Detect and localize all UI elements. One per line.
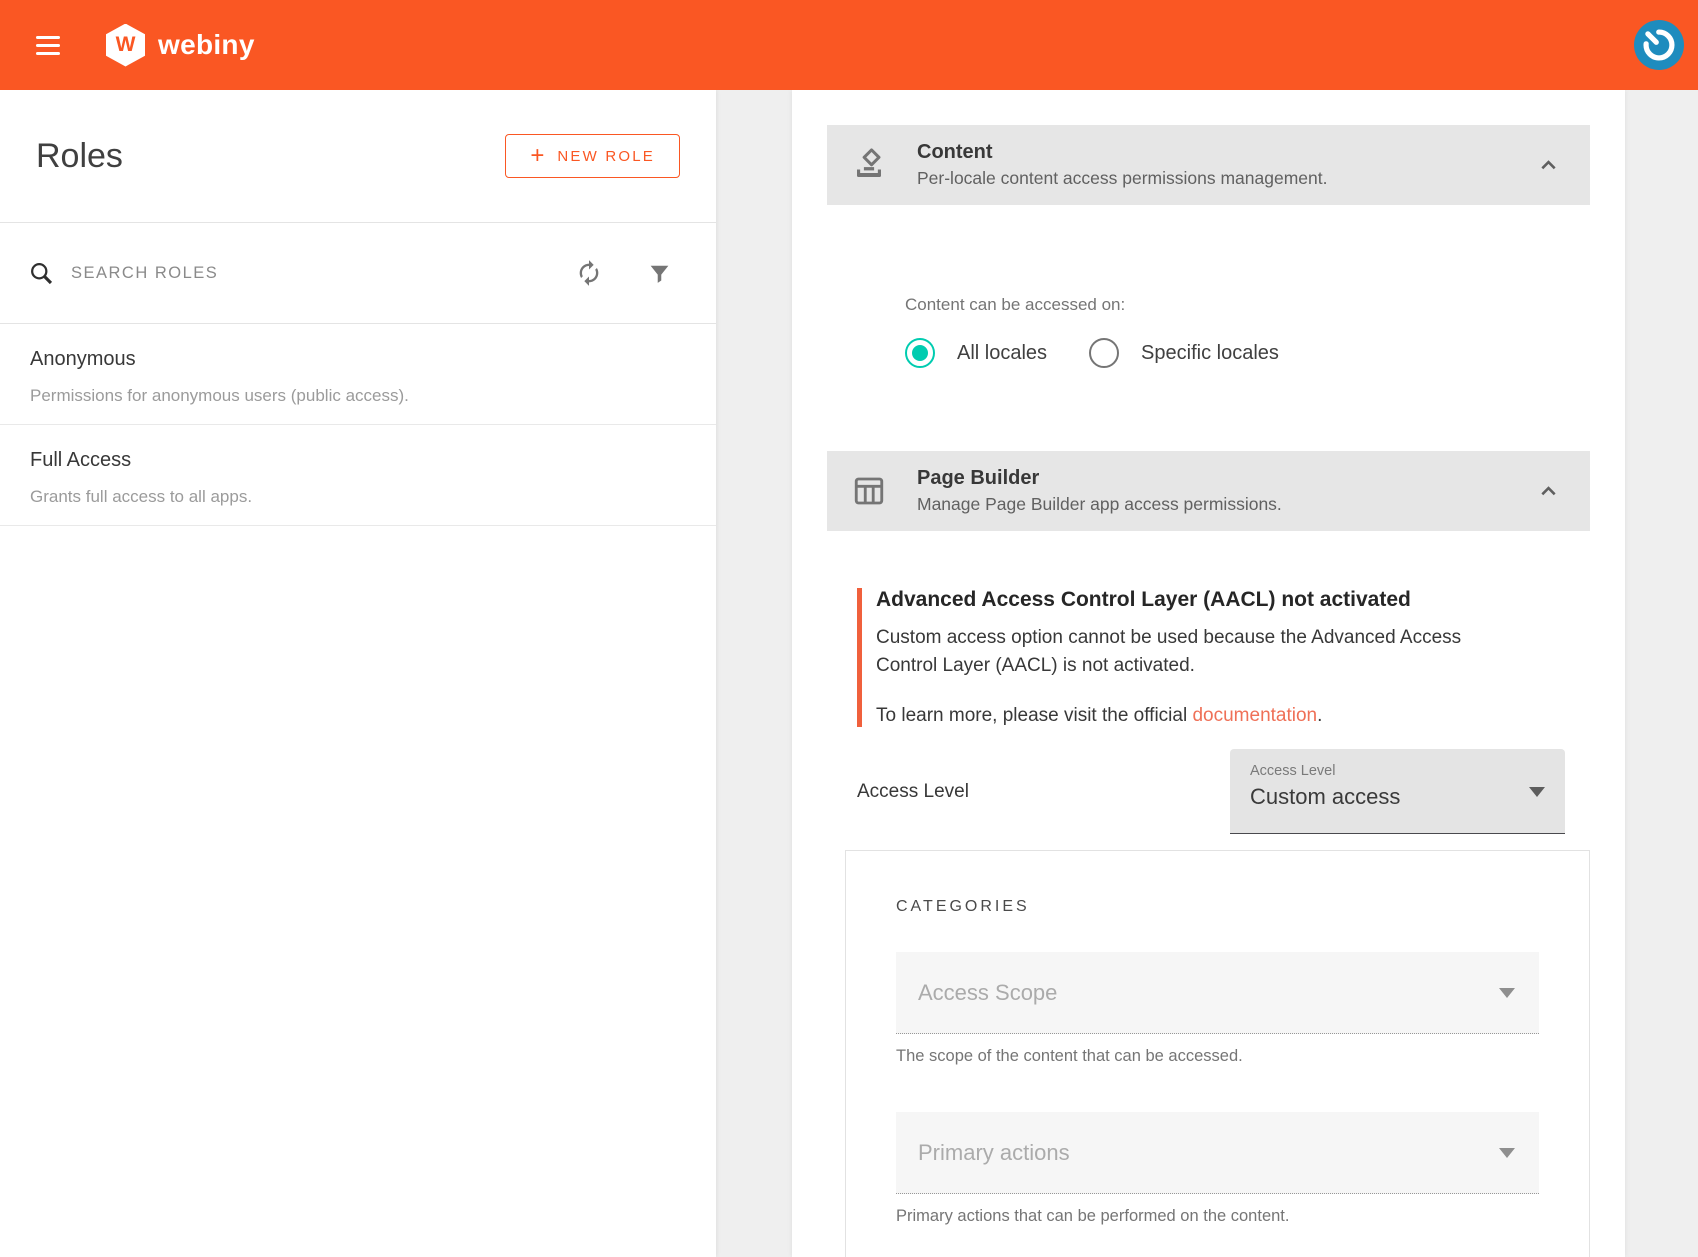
access-level-select[interactable]: Access Level Custom access <box>1230 749 1565 834</box>
page-builder-section-header[interactable]: Page Builder Manage Page Builder app acc… <box>827 451 1590 531</box>
radio-specific-locales[interactable] <box>1089 338 1119 368</box>
access-level-value: Custom access <box>1250 784 1545 810</box>
search-bar <box>0 223 716 324</box>
content-section-header[interactable]: Content Per-locale content access permis… <box>827 125 1590 205</box>
page-title: Roles <box>36 137 123 176</box>
user-avatar[interactable] <box>1634 20 1684 70</box>
permissions-form: Content Per-locale content access permis… <box>792 90 1625 1257</box>
role-row-anonymous[interactable]: Anonymous Permissions for anonymous user… <box>0 324 716 425</box>
ballot-box-icon <box>851 147 887 183</box>
page-builder-section: Page Builder Manage Page Builder app acc… <box>827 451 1590 1257</box>
permissions-area: Content Per-locale content access permis… <box>716 90 1698 1257</box>
radio-all-locales[interactable] <box>905 338 935 368</box>
categories-card: CATEGORIES Access Scope The scope of the… <box>845 850 1590 1257</box>
radio-specific-locales-label[interactable]: Specific locales <box>1141 342 1279 365</box>
warning-body: Custom access option cannot be used beca… <box>876 624 1521 679</box>
layout-grid-icon <box>851 473 887 509</box>
access-scope-select[interactable]: Access Scope <box>896 952 1539 1034</box>
page-builder-section-body: Advanced Access Control Layer (AACL) not… <box>827 531 1590 1257</box>
access-scope-placeholder: Access Scope <box>918 980 1057 1006</box>
new-role-button[interactable]: + NEW ROLE <box>505 134 680 178</box>
chevron-up-icon[interactable] <box>1535 478 1562 505</box>
role-name: Anonymous <box>30 348 686 371</box>
warning-link-prefix: To learn more, please visit the official <box>876 705 1192 726</box>
refresh-icon[interactable] <box>575 259 603 287</box>
caret-down-icon <box>1499 1148 1515 1158</box>
menu-icon[interactable] <box>36 36 60 55</box>
access-level-row: Access Level Access Level Custom access <box>827 749 1590 834</box>
warning-title: Advanced Access Control Layer (AACL) not… <box>876 588 1590 612</box>
role-description: Permissions for anonymous users (public … <box>30 386 686 406</box>
categories-title: CATEGORIES <box>896 898 1539 916</box>
roles-header: Roles + NEW ROLE <box>0 90 716 223</box>
new-role-label: NEW ROLE <box>557 148 655 165</box>
warning-link-suffix: . <box>1317 705 1322 726</box>
caret-down-icon <box>1529 787 1545 797</box>
aacl-warning: Advanced Access Control Layer (AACL) not… <box>857 588 1590 727</box>
content-subtitle: Per-locale content access permissions ma… <box>917 168 1535 189</box>
search-input[interactable] <box>71 264 575 283</box>
access-scope-helper: The scope of the content that can be acc… <box>896 1047 1539 1066</box>
documentation-link[interactable]: documentation <box>1192 705 1317 726</box>
role-description: Grants full access to all apps. <box>30 487 686 507</box>
roles-list-panel: Roles + NEW ROLE <box>0 90 716 1257</box>
locales-radio-group: All locales Specific locales <box>905 338 1590 368</box>
logo-letter: W <box>116 33 136 57</box>
caret-down-icon <box>1499 988 1515 998</box>
search-icon <box>28 260 55 287</box>
gravatar-power-icon <box>1634 20 1684 70</box>
warning-link-line: To learn more, please visit the official… <box>876 705 1590 727</box>
app-root: W webiny Roles + NEW ROLE <box>0 0 1698 1257</box>
role-row-full-access[interactable]: Full Access Grants full access to all ap… <box>0 425 716 526</box>
webiny-hexagon-icon: W <box>106 24 145 67</box>
page-builder-subtitle: Manage Page Builder app access permissio… <box>917 494 1535 515</box>
content-title: Content <box>917 141 1535 164</box>
locales-group-label: Content can be accessed on: <box>905 295 1590 315</box>
radio-all-locales-label[interactable]: All locales <box>957 342 1047 365</box>
brand-wordmark: webiny <box>158 29 255 61</box>
primary-actions-helper: Primary actions that can be performed on… <box>896 1207 1539 1226</box>
primary-actions-select[interactable]: Primary actions <box>896 1112 1539 1194</box>
webiny-logo[interactable]: W webiny <box>106 24 255 67</box>
access-level-row-label: Access Level <box>857 781 969 803</box>
chevron-up-icon[interactable] <box>1535 152 1562 179</box>
page-builder-title: Page Builder <box>917 467 1535 490</box>
primary-actions-placeholder: Primary actions <box>918 1140 1070 1166</box>
access-level-field-label: Access Level <box>1250 763 1545 779</box>
content-section: Content Per-locale content access permis… <box>827 125 1590 451</box>
content-section-body: Content can be accessed on: All locales … <box>827 205 1590 451</box>
plus-icon: + <box>530 147 544 165</box>
topbar: W webiny <box>0 0 1698 90</box>
role-name: Full Access <box>30 449 686 472</box>
filter-icon[interactable] <box>647 261 672 286</box>
